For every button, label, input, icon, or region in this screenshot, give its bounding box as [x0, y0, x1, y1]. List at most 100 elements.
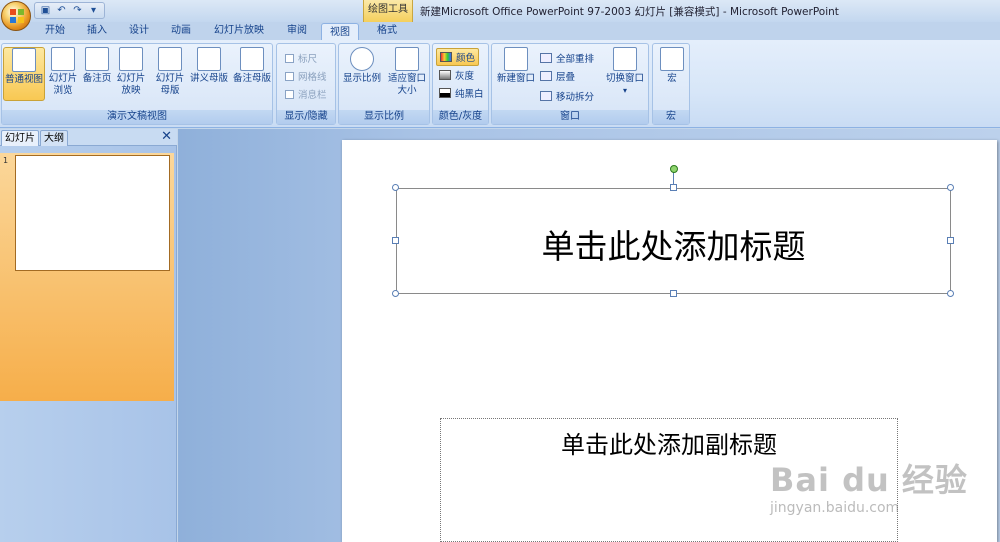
group-color-grayscale: 颜色 灰度 纯黑白 颜色/灰度 [432, 43, 489, 125]
normal-view-button[interactable]: 普通视图 [3, 47, 45, 101]
move-split-button[interactable]: 移动拆分 [540, 89, 594, 103]
color-swatch-icon [440, 52, 452, 62]
watermark-url: jingyan.baidu.com [770, 500, 900, 516]
resize-handle-top[interactable] [670, 184, 677, 191]
office-button[interactable] [1, 1, 31, 31]
group-zoom: 显示比例 适应窗口大小 显示比例 [338, 43, 430, 125]
group-label-show-hide: 显示/隐藏 [277, 110, 335, 124]
macros-button[interactable]: 宏 [658, 47, 686, 85]
slide-master-icon [158, 47, 182, 71]
black-white-swatch-icon [439, 88, 451, 98]
handout-master-icon [197, 47, 221, 71]
magnifier-icon [350, 47, 374, 71]
qat-dropdown-icon[interactable]: ▾ [87, 4, 100, 17]
slide-sorter-icon [51, 47, 75, 71]
move-split-label: 移动拆分 [556, 92, 595, 103]
ruler-label: 标尺 [298, 54, 318, 65]
slide-show-icon [119, 47, 143, 71]
group-presentation-views: 普通视图 幻灯片浏览 备注页 幻灯片放映 幻灯片母版 讲义母版 备注母版 演示文… [1, 43, 273, 125]
notes-page-icon [85, 47, 109, 71]
cascade-icon [540, 71, 552, 81]
tab-insert[interactable]: 插入 [82, 22, 112, 40]
notes-page-label: 备注页 [82, 73, 112, 84]
switch-windows-label: 切换窗口 [605, 73, 644, 84]
resize-handle-top-left[interactable] [392, 184, 399, 191]
arrange-all-label: 全部重排 [556, 54, 595, 65]
grayscale-swatch-icon [439, 70, 451, 80]
slide-show-label: 幻灯片放映 [116, 73, 146, 96]
normal-view-label: 普通视图 [4, 74, 43, 85]
redo-icon[interactable]: ↷ [71, 4, 84, 17]
tab-slideshow[interactable]: 幻灯片放映 [208, 22, 270, 40]
macros-icon [660, 47, 684, 71]
ribbon: 普通视图 幻灯片浏览 备注页 幻灯片放映 幻灯片母版 讲义母版 备注母版 演示文… [0, 40, 1000, 128]
group-window: 新建窗口 全部重排 层叠 移动拆分 切换窗口 ▾ 窗口 [491, 43, 649, 125]
slide-sorter-button[interactable]: 幻灯片浏览 [47, 47, 79, 97]
new-window-icon [504, 47, 528, 71]
slide-thumbnail[interactable] [15, 155, 170, 271]
close-pane-icon[interactable]: ✕ [161, 130, 172, 144]
tab-view[interactable]: 视图 [321, 23, 359, 41]
resize-handle-bottom-right[interactable] [947, 290, 954, 297]
ruler-checkbox-box[interactable] [285, 53, 294, 63]
cascade-button[interactable]: 层叠 [540, 69, 575, 83]
tab-outline[interactable]: 大纲 [40, 130, 68, 146]
save-icon[interactable]: ▣ [39, 4, 52, 17]
macros-label: 宏 [667, 73, 677, 84]
resize-handle-bottom-left[interactable] [392, 290, 399, 297]
tab-home[interactable]: 开始 [40, 22, 70, 40]
new-window-button[interactable]: 新建窗口 [494, 47, 538, 85]
ruler-checkbox[interactable]: 标尺 [285, 51, 317, 65]
resize-handle-bottom[interactable] [670, 290, 677, 297]
title-placeholder-text[interactable]: 单击此处添加标题 [397, 220, 950, 268]
slide-number: 1 [3, 156, 9, 165]
office-logo-icon [10, 9, 24, 23]
undo-icon[interactable]: ↶ [55, 4, 68, 17]
arrange-all-button[interactable]: 全部重排 [540, 51, 594, 65]
resize-handle-right[interactable] [947, 237, 954, 244]
notes-master-button[interactable]: 备注母版 [231, 47, 273, 85]
grayscale-button[interactable]: 灰度 [439, 68, 474, 82]
tab-animations[interactable]: 动画 [166, 22, 196, 40]
notes-page-button[interactable]: 备注页 [81, 47, 113, 85]
fit-to-window-label: 适应窗口大小 [387, 73, 426, 96]
notes-master-label: 备注母版 [232, 73, 271, 84]
arrange-all-icon [540, 53, 552, 63]
resize-handle-top-right[interactable] [947, 184, 954, 191]
tab-slides[interactable]: 幻灯片 [1, 130, 39, 146]
slide-master-button[interactable]: 幻灯片母版 [154, 47, 186, 97]
tab-format[interactable]: 格式 [370, 22, 404, 40]
pure-black-white-label: 纯黑白 [455, 89, 484, 100]
normal-view-icon [12, 48, 36, 72]
fit-window-icon [395, 47, 419, 71]
color-button[interactable]: 颜色 [436, 48, 480, 66]
drawing-tools-context-tab: 绘图工具 [363, 0, 413, 22]
pure-black-white-button[interactable]: 纯黑白 [439, 86, 484, 100]
window-title: 新建Microsoft Office PowerPoint 97-2003 幻灯… [420, 6, 839, 18]
switch-windows-dropdown-icon: ▾ [622, 86, 627, 95]
resize-handle-left[interactable] [392, 237, 399, 244]
slide-sorter-label: 幻灯片浏览 [48, 73, 78, 96]
watermark-brand: Bai du 经验 [770, 461, 968, 499]
gridlines-checkbox[interactable]: 网格线 [285, 69, 327, 83]
slide-show-button[interactable]: 幻灯片放映 [115, 47, 147, 97]
group-label-macros: 宏 [653, 110, 689, 124]
zoom-button[interactable]: 显示比例 [341, 47, 383, 85]
tab-review[interactable]: 审阅 [282, 22, 312, 40]
switch-windows-icon [613, 47, 637, 71]
handout-master-button[interactable]: 讲义母版 [188, 47, 230, 85]
message-bar-checkbox[interactable]: 消息栏 [285, 87, 327, 101]
new-window-label: 新建窗口 [496, 73, 535, 84]
message-bar-label: 消息栏 [298, 90, 327, 101]
slides-pane: 幻灯片 大纲 ✕ 1 [0, 129, 177, 542]
tab-design[interactable]: 设计 [124, 22, 154, 40]
cascade-label: 层叠 [556, 72, 576, 83]
switch-windows-button[interactable]: 切换窗口 ▾ [603, 47, 647, 97]
fit-to-window-button[interactable]: 适应窗口大小 [385, 47, 429, 97]
slide-master-label: 幻灯片母版 [155, 73, 185, 96]
rotation-handle[interactable] [670, 165, 678, 173]
message-bar-checkbox-box[interactable] [285, 89, 294, 99]
title-placeholder[interactable]: 单击此处添加标题 [396, 188, 951, 294]
gridlines-checkbox-box[interactable] [285, 71, 294, 81]
notes-master-icon [240, 47, 264, 71]
